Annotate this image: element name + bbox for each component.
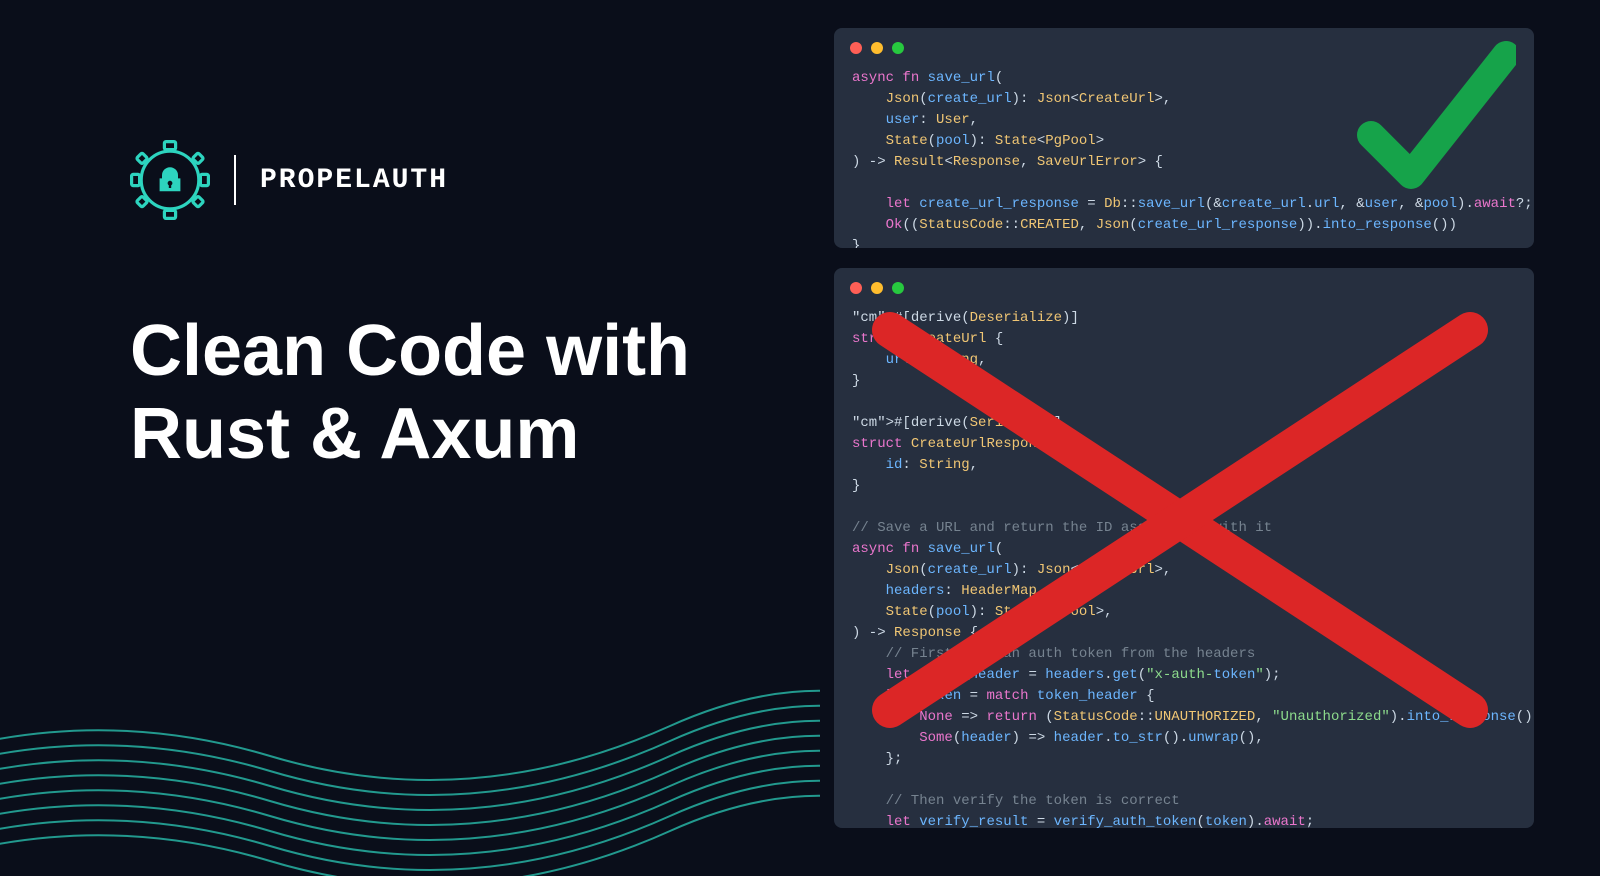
close-icon — [850, 282, 862, 294]
headline-line2: Rust & Axum — [130, 394, 579, 474]
checkmark-icon — [1356, 40, 1516, 210]
brand-name: PROPELAUTH — [260, 165, 448, 196]
propelauth-logo-icon — [130, 140, 210, 220]
close-icon — [850, 42, 862, 54]
maximize-icon — [892, 282, 904, 294]
logo-row: PROPELAUTH — [130, 140, 770, 220]
maximize-icon — [892, 42, 904, 54]
code-content-bad: "cm">#[derive(Deserialize)] struct Creat… — [834, 304, 1534, 828]
headline: Clean Code with Rust & Axum — [130, 310, 770, 476]
minimize-icon — [871, 42, 883, 54]
headline-line1: Clean Code with — [130, 311, 690, 391]
code-panel-bad: "cm">#[derive(Deserialize)] struct Creat… — [834, 268, 1534, 828]
window-controls — [834, 268, 1534, 304]
waves-decoration — [0, 576, 820, 876]
logo-divider — [234, 155, 236, 205]
minimize-icon — [871, 282, 883, 294]
